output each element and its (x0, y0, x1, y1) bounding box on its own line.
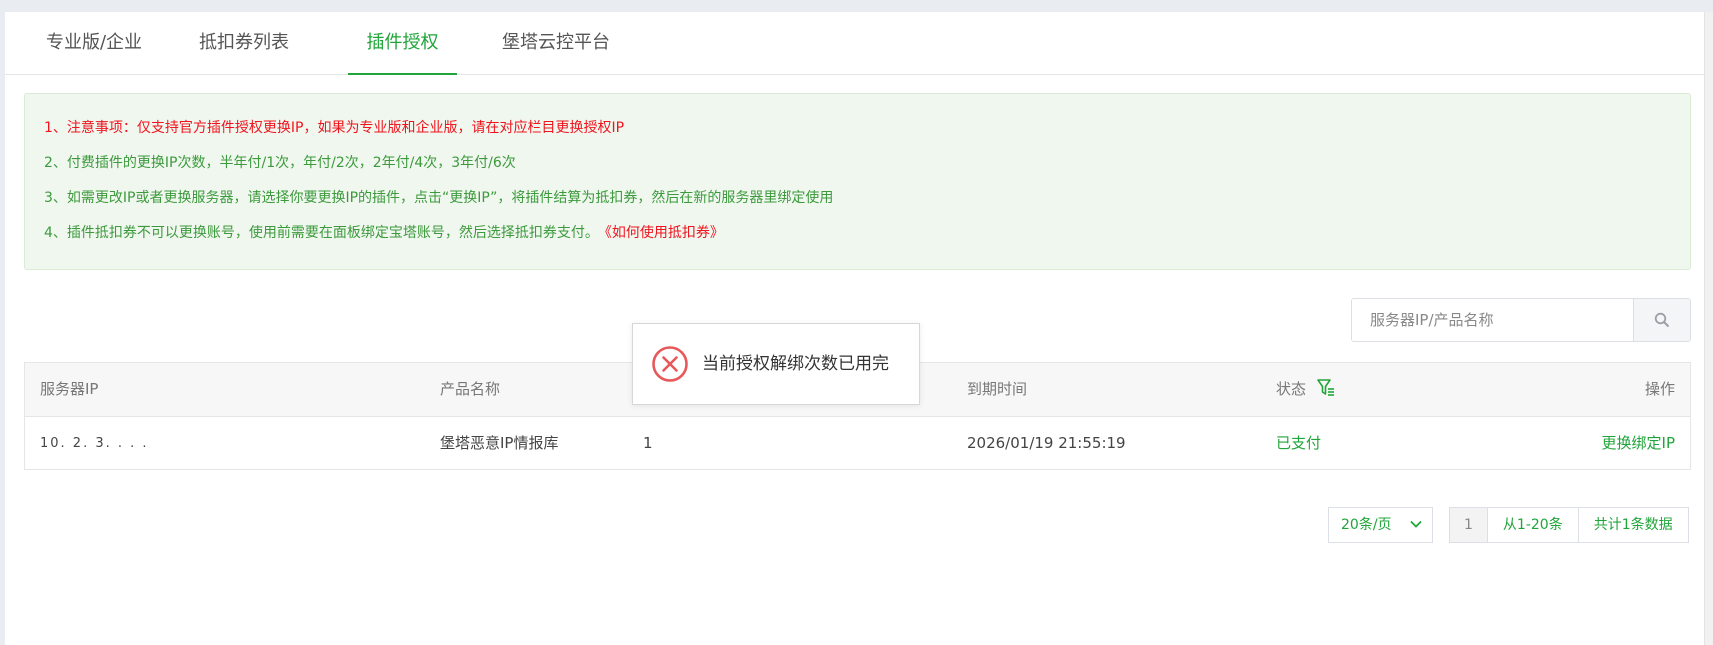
search-input[interactable] (1352, 299, 1635, 341)
tab-bar: 专业版/企业版 抵扣券列表 插件授权 堡塔云控平台 (5, 12, 1705, 115)
cell-remaining: 1 (643, 434, 653, 452)
notice-line-4-text: 4、插件抵扣券不可以更换账号，使用前需要在面板绑定宝塔账号，然后选择抵扣券支付。 (44, 225, 599, 241)
notice-line-3: 3、如需更改IP或者更换服务器，请选择你要更换IP的插件，点击“更换IP”，将插… (44, 190, 834, 206)
chevron-down-icon (1410, 520, 1422, 528)
header-expire: 到期时间 (967, 380, 1028, 398)
search-box (1351, 298, 1691, 342)
notice-box: 1、注意事项：仅支持官方插件授权更换IP，如果为专业版和企业版，请在对应栏目更换… (24, 93, 1691, 270)
pagination: 1 从1-20条 共计1条数据 (1449, 507, 1689, 543)
header-status-label: 状态 (1276, 380, 1307, 398)
tab-pro-enterprise[interactable]: 专业版/企业版 (39, 12, 149, 115)
cell-status: 已支付 (1276, 434, 1322, 452)
main-panel: 专业版/企业版 抵扣券列表 插件授权 堡塔云控平台 1、注意事项：仅支持官方插件… (5, 12, 1713, 645)
vertical-scrollbar[interactable] (1704, 12, 1713, 645)
tab-plugin-license[interactable]: 插件授权 (348, 12, 457, 75)
page-range: 从1-20条 (1488, 508, 1579, 542)
header-product: 产品名称 (440, 380, 501, 398)
error-x-icon (652, 346, 688, 382)
search-icon (1654, 312, 1670, 328)
cell-expire: 2026/01/19 21:55:19 (967, 434, 1126, 452)
notice-line-4: 4、插件抵扣券不可以更换账号，使用前需要在面板绑定宝塔账号，然后选择抵扣券支付。… (44, 224, 1690, 259)
notice-line-2: 2、付费插件的更换IP次数，半年付/1次，年付/2次，2年付/4次，3年付/6次 (44, 155, 516, 171)
tab-coupon-list[interactable]: 抵扣券列表 (199, 12, 289, 74)
search-button[interactable] (1633, 299, 1690, 341)
header-status: 状态 (1276, 363, 1335, 416)
notice-line-1: 1、注意事项：仅支持官方插件授权更换IP，如果为专业版和企业版，请在对应栏目更换… (44, 120, 625, 136)
header-action: 操作 (1644, 380, 1675, 398)
coupon-help-link[interactable]: 《如何使用抵扣券》 (605, 225, 724, 241)
page-total: 共计1条数据 (1593, 517, 1673, 533)
page-size-select[interactable]: 20条/页 (1328, 507, 1433, 543)
change-bind-ip-link[interactable]: 更换绑定IP (1602, 417, 1675, 470)
cell-server-ip: 10. 2. 3. . . . (40, 436, 149, 451)
page-size-label: 20条/页 (1341, 517, 1392, 533)
page-current[interactable]: 1 (1450, 508, 1488, 542)
table-row: 10. 2. 3. . . . 堡塔恶意IP情报库 1 2026/01/19 2… (25, 417, 1690, 470)
toast-message: 当前授权解绑次数已用完 (702, 354, 889, 374)
error-toast: 当前授权解绑次数已用完 (632, 323, 920, 405)
header-server-ip: 服务器IP (40, 380, 99, 398)
cell-product: 堡塔恶意IP情报库 (440, 434, 559, 452)
filter-icon[interactable] (1316, 378, 1335, 398)
tab-cloud-control[interactable]: 堡塔云控平台 (499, 12, 613, 74)
